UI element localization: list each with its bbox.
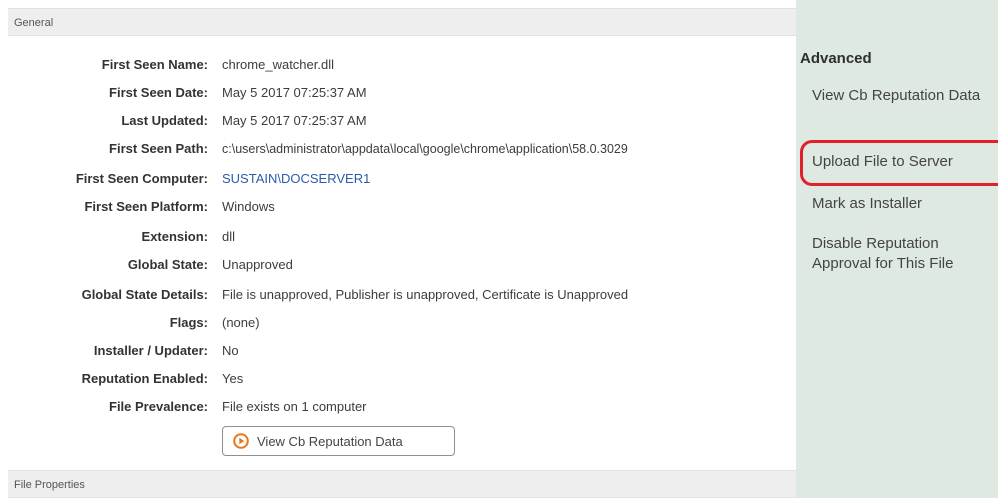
property-value: May 5 2017 07:25:37 AM <box>222 113 367 128</box>
view-cb-reputation-data-button[interactable]: View Cb Reputation Data <box>222 426 455 456</box>
property-value: c:\users\administrator\appdata\local\goo… <box>222 142 628 156</box>
property-label: Reputation Enabled: <box>81 371 208 386</box>
property-value: File exists on 1 computer <box>222 399 367 414</box>
property-value: Yes <box>222 371 244 386</box>
property-row-extension: Extension: dll <box>8 226 796 248</box>
property-row-reputation-enabled: Reputation Enabled: Yes <box>8 368 796 390</box>
advanced-upload-file-to-server-link[interactable]: Upload File to Server <box>812 152 998 172</box>
property-label: First Seen Date: <box>109 85 208 100</box>
property-label: Global State: <box>127 257 208 272</box>
property-value: dll <box>222 229 236 244</box>
property-label: Last Updated: <box>121 113 208 128</box>
property-label: Installer / Updater: <box>93 343 208 358</box>
advanced-view-cb-reputation-data-link[interactable]: View Cb Reputation Data <box>812 86 998 106</box>
property-row-first-seen-name: First Seen Name: chrome_watcher.dll <box>8 54 796 76</box>
property-row-global-state-details: Global State Details: File is unapproved… <box>8 284 796 306</box>
advanced-sidebar: Advanced View Cb Reputation Data Upload … <box>796 0 998 498</box>
play-circle-icon <box>233 433 249 449</box>
property-label: First Seen Computer: <box>75 171 208 186</box>
property-row-file-prevalence: File Prevalence: File exists on 1 comput… <box>8 396 796 418</box>
property-label: First Seen Platform: <box>84 199 208 214</box>
property-value: Unapproved <box>222 257 293 272</box>
property-row-first-seen-date: First Seen Date: May 5 2017 07:25:37 AM <box>8 82 796 104</box>
advanced-disable-reputation-approval-link[interactable]: Disable Reputation Approval for This Fil… <box>812 234 998 274</box>
property-value: May 5 2017 07:25:37 AM <box>222 85 367 100</box>
property-label: Flags: <box>169 315 208 330</box>
property-row-flags: Flags: (none) <box>8 312 796 334</box>
property-row-installer-updater: Installer / Updater: No <box>8 340 796 362</box>
view-cb-reputation-data-button-label: View Cb Reputation Data <box>257 433 403 449</box>
advanced-mark-as-installer-link[interactable]: Mark as Installer <box>812 194 998 214</box>
property-row-last-updated: Last Updated: May 5 2017 07:25:37 AM <box>8 110 796 132</box>
property-value: Windows <box>222 199 275 214</box>
property-value: File is unapproved, Publisher is unappro… <box>222 287 629 302</box>
property-label: First Seen Name: <box>101 57 208 72</box>
property-label: First Seen Path: <box>109 141 208 156</box>
advanced-title: Advanced <box>800 50 872 67</box>
property-row-global-state: Global State: Unapproved <box>8 254 796 276</box>
property-value: No <box>222 343 239 358</box>
property-row-first-seen-computer: First Seen Computer: SUSTAIN\DOCSERVER1 <box>8 168 796 190</box>
property-row-first-seen-path: First Seen Path: c:\users\administrator\… <box>8 138 796 160</box>
property-label: Global State Details: <box>81 287 208 302</box>
property-label: Extension: <box>141 229 208 244</box>
property-row-first-seen-platform: First Seen Platform: Windows <box>8 196 796 218</box>
property-value: chrome_watcher.dll <box>222 57 334 72</box>
computer-link[interactable]: SUSTAIN\DOCSERVER1 <box>222 168 370 190</box>
general-section-header[interactable]: General <box>8 8 796 36</box>
property-label: File Prevalence: <box>109 399 208 414</box>
property-value: (none) <box>222 315 260 330</box>
file-properties-section-header[interactable]: File Properties <box>8 470 796 498</box>
main-panel: General First Seen Name: chrome_watcher.… <box>0 0 796 498</box>
